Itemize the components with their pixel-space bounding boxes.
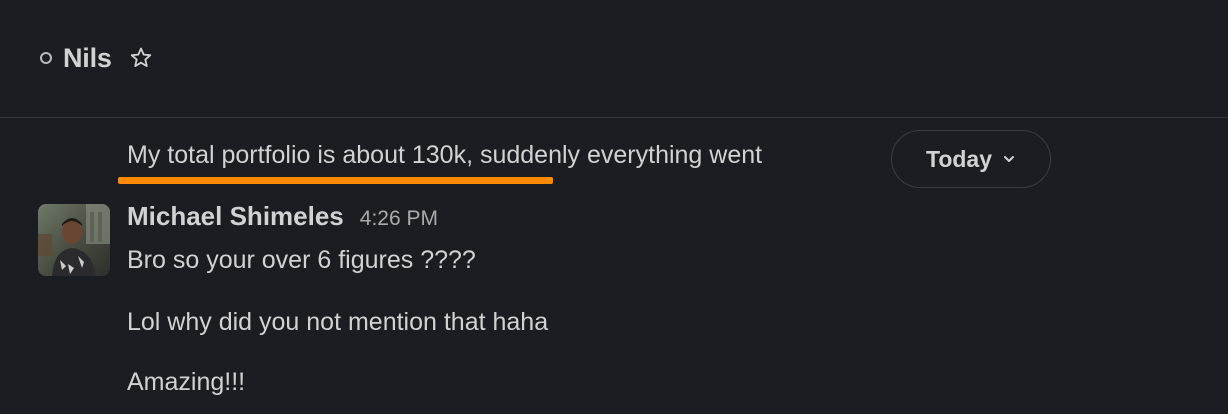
date-divider-label: Today <box>925 145 993 172</box>
message-list: My total portfolio is about 130k, sudden… <box>0 119 1228 414</box>
message-timestamp[interactable]: 4:26 PM <box>360 207 438 231</box>
date-divider-button[interactable]: Today <box>891 130 1051 188</box>
channel-name[interactable]: Nils <box>63 43 112 74</box>
star-icon[interactable] <box>128 45 154 71</box>
chevron-down-icon <box>1002 152 1016 166</box>
message-text: Amazing!!! <box>127 368 246 396</box>
channel-title-group[interactable]: Nils <box>40 40 154 76</box>
message-header: Michael Shimeles 4:26 PM <box>127 201 438 232</box>
sender-name[interactable]: Michael Shimeles <box>127 201 344 232</box>
message-text: Bro so your over 6 figures ???? <box>127 246 476 274</box>
message-text: Lol why did you not mention that haha <box>127 308 549 336</box>
highlight-underline <box>118 177 553 184</box>
previous-message-text: My total portfolio is about 130k, sudden… <box>127 141 763 169</box>
presence-away-icon <box>40 52 52 64</box>
channel-header: Nils <box>0 0 1228 118</box>
user-avatar[interactable] <box>38 204 110 276</box>
